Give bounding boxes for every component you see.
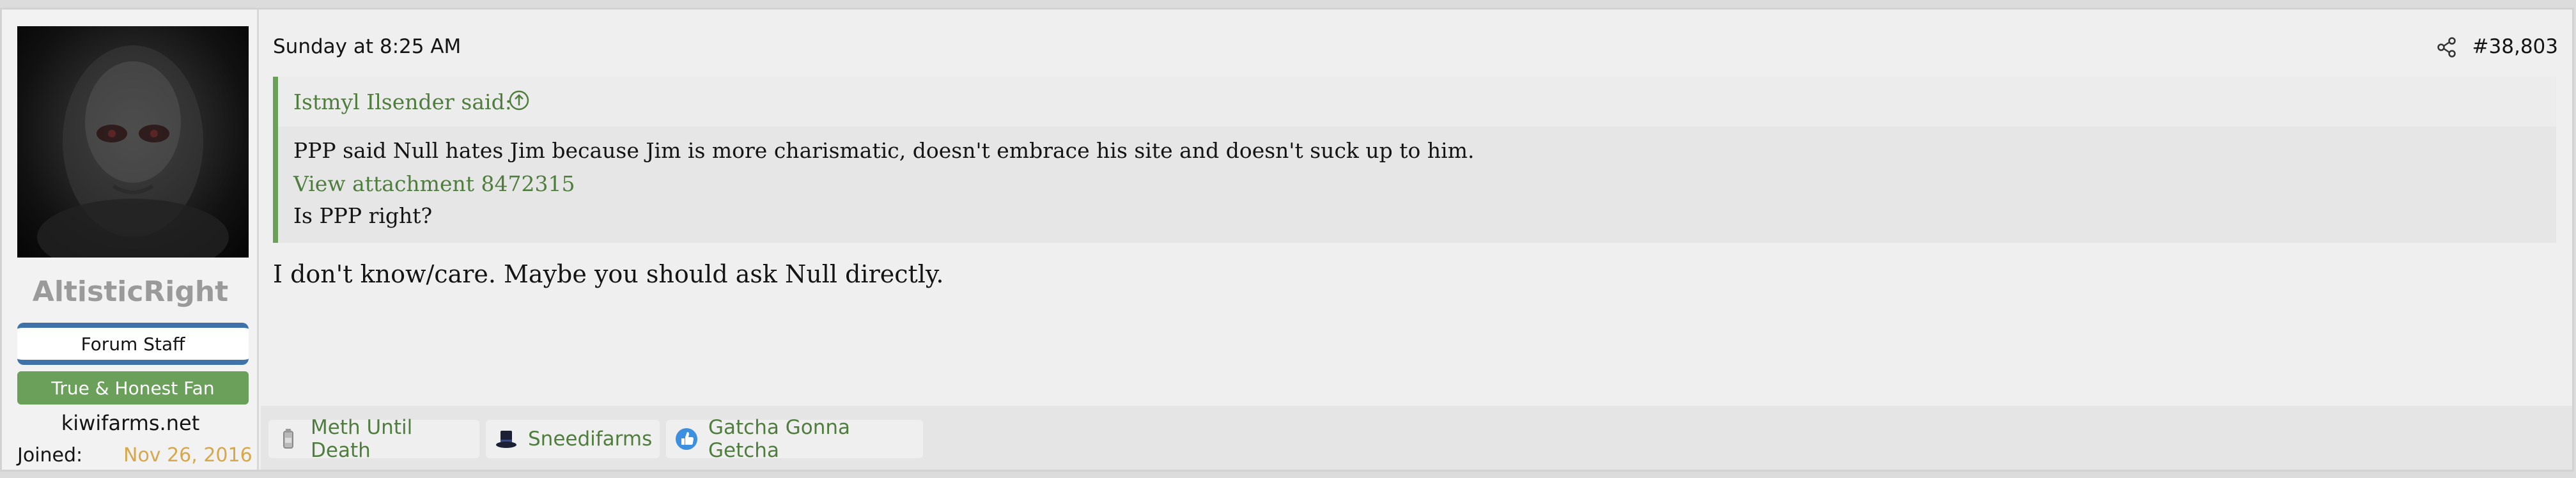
reactions-bar: Meth Until Death Sneedifarms Gatcha Gonn… <box>261 406 2572 470</box>
post-number[interactable]: #38,803 <box>2472 35 2558 58</box>
joined-label: Joined: <box>17 444 83 466</box>
meth-icon <box>283 429 293 449</box>
thumbs-up-icon <box>676 428 697 450</box>
reaction-meth-until-death[interactable]: Meth Until Death <box>268 416 479 462</box>
user-site: kiwifarms.net <box>61 411 200 435</box>
joined-date: Nov 26, 2016 <box>123 444 252 466</box>
reaction-gatcha-gonna-getcha[interactable]: Gatcha Gonna Getcha <box>666 416 923 462</box>
avatar-image <box>37 45 229 258</box>
top-hat-icon <box>496 431 516 448</box>
attachment-link[interactable]: View attachment 8472315 <box>293 171 575 196</box>
reaction-label: Sneedifarms <box>528 428 653 451</box>
forum-staff-badge: Forum Staff <box>17 323 249 365</box>
jump-to-quote-icon[interactable] <box>508 89 530 111</box>
reaction-label: Meth Until Death <box>311 416 413 462</box>
username[interactable]: AltisticRight <box>2 275 259 308</box>
post-timestamp[interactable]: Sunday at 8:25 AM <box>273 35 461 58</box>
reaction-sneedifarms[interactable]: Sneedifarms <box>486 420 660 458</box>
user-info-panel: AltisticRight Forum Staff True & Honest … <box>2 10 259 470</box>
post-message: I don't know/care. Maybe you should ask … <box>273 260 944 288</box>
quote-block: Istmyl Ilsender said: PPP said Null hate… <box>273 77 2556 243</box>
true-honest-fan-badge: True & Honest Fan <box>17 371 249 405</box>
quote-text-line: PPP said Null hates Jim because Jim is m… <box>293 138 1475 163</box>
quote-header: Istmyl Ilsender said: <box>278 77 2556 127</box>
forum-post: AltisticRight Forum Staff True & Honest … <box>0 8 2574 472</box>
avatar[interactable] <box>17 26 249 258</box>
reaction-label: Gatcha Gonna Getcha <box>708 416 850 462</box>
share-icon[interactable] <box>2436 36 2458 58</box>
quote-text-line: Is PPP right? <box>293 203 433 228</box>
quote-author[interactable]: Istmyl Ilsender said: <box>293 89 512 114</box>
